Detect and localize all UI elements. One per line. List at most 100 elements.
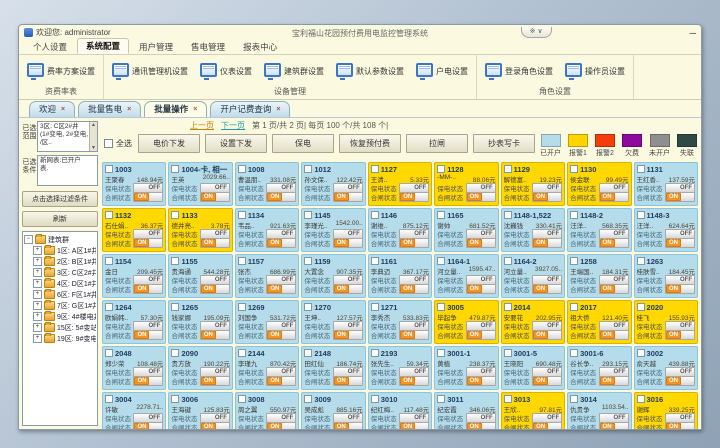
meter-card[interactable]: 1146谢维..875.12元保电状态OFF合闸状态ON [368,208,432,252]
meter-card[interactable]: 1003王聚春148.94元保电状态OFF合闸状态ON [102,162,166,206]
close-icon[interactable]: × [276,106,280,113]
meter-card[interactable]: 1131王红香..137.59元保电状态OFF合闸状态ON [634,162,698,206]
card-checkbox[interactable] [637,165,645,173]
card-checkbox[interactable] [637,395,645,403]
expand-icon[interactable]: + [33,268,42,277]
meter-card[interactable]: 3006王海键125.83元保电状态OFF合闸状态ON [168,392,232,429]
switch-toggle[interactable]: ON [466,238,496,248]
card-checkbox[interactable] [238,165,246,173]
meter-card[interactable]: 1004-卡, 相一王英2029.66..保电状态OFF合闸状态ON [168,162,232,206]
expand-icon[interactable]: + [33,323,42,332]
switch-toggle[interactable]: ON [266,284,296,294]
switch-toggle[interactable]: ON [466,422,496,430]
meter-card[interactable]: 1012孙文保..122.42元保电状态OFF合闸状态ON [301,162,365,206]
switch-toggle[interactable]: ON [466,376,496,386]
card-checkbox[interactable] [504,395,512,403]
card-checkbox[interactable] [437,395,445,403]
meter-card[interactable]: 1008曹温朋..331.08元保电状态OFF合闸状态ON [235,162,299,206]
switch-toggle[interactable]: ON [133,422,163,430]
meter-card[interactable]: 3011纪宏霞346.06元保电状态OFF合闸状态ON [434,392,498,429]
expand-icon[interactable]: + [33,257,42,266]
switch-toggle[interactable]: ON [665,330,695,340]
ribbon-button[interactable]: 建筑群设置 [264,63,324,80]
card-checkbox[interactable] [105,395,113,403]
card-checkbox[interactable] [570,257,578,265]
filter-condition-button[interactable]: 点击选择过滤条件 [22,191,98,207]
ribbon-button[interactable]: 登录角色设置 [485,63,553,80]
card-checkbox[interactable] [171,395,179,403]
card-checkbox[interactable] [238,395,246,403]
meter-card[interactable]: 3010纪红梅..117.48元保电状态OFF合闸状态ON [368,392,432,429]
card-checkbox[interactable] [570,395,578,403]
meter-card[interactable]: 1271李秀杰533.83元保电状态OFF合闸状态ON [368,300,432,344]
switch-toggle[interactable]: ON [532,422,562,430]
close-icon[interactable]: × [127,106,131,113]
action-button-电价下发[interactable]: 电价下发 [138,134,200,153]
meter-card[interactable]: 1161李典迈367.17元保电状态OFF合闸状态ON [368,254,432,298]
card-checkbox[interactable] [371,303,379,311]
meter-card[interactable]: 2090贵方放190.22元保电状态OFF合闸状态ON [168,346,232,390]
meter-card[interactable]: 3009吴成彪885.16元保电状态OFF合闸状态ON [301,392,365,429]
action-button-设置下发[interactable]: 设置下发 [205,134,267,153]
switch-toggle[interactable]: ON [665,192,695,202]
tree-item[interactable]: +4区: D区1#井 (D [24,278,96,289]
card-checkbox[interactable] [437,349,445,357]
ribbon-tab-售电管理[interactable]: 售电管理 [183,40,233,54]
switch-toggle[interactable]: ON [200,376,230,386]
expand-icon[interactable]: + [33,334,42,343]
card-checkbox[interactable] [171,211,179,219]
tree-item[interactable]: +3区: C区2#井 (1 [24,267,96,278]
switch-toggle[interactable]: ON [399,422,429,430]
card-checkbox[interactable] [504,349,512,357]
ribbon-button[interactable]: 仪表设置 [200,63,252,80]
meter-card[interactable]: 1154金日209.45元保电状态OFF合闸状态ON [102,254,166,298]
meter-card[interactable]: 3008周之翼550.97元保电状态OFF合闸状态ON [235,392,299,429]
card-checkbox[interactable] [304,349,312,357]
switch-toggle[interactable]: ON [333,376,363,386]
switch-toggle[interactable]: ON [532,192,562,202]
switch-toggle[interactable]: ON [133,238,163,248]
card-checkbox[interactable] [637,349,645,357]
meter-card[interactable]: 2144李瑾九870.42元保电状态OFF合闸状态ON [235,346,299,390]
ribbon-tab-报表中心[interactable]: 报表中心 [235,40,285,54]
switch-toggle[interactable]: ON [466,284,496,294]
card-checkbox[interactable] [105,211,113,219]
meter-card[interactable]: 2014安要花202.95元保电状态OFF合闸状态ON [501,300,565,344]
scrollbar[interactable]: ▲▼ [89,122,97,151]
doc-tab-欢迎[interactable]: 欢迎× [29,101,75,117]
card-checkbox[interactable] [504,211,512,219]
doc-tab-批量操作[interactable]: 批量操作× [144,101,207,117]
switch-toggle[interactable]: ON [599,330,629,340]
ribbon-button[interactable]: 默认参数设置 [336,63,404,80]
card-checkbox[interactable] [171,257,179,265]
switch-toggle[interactable]: ON [399,284,429,294]
action-button-抄表写卡[interactable]: 抄表写卡 [473,134,535,153]
card-checkbox[interactable] [238,349,246,357]
collapse-ribbon-button[interactable]: ※ ∨ [521,27,552,38]
switch-toggle[interactable]: ON [266,330,296,340]
switch-toggle[interactable]: ON [200,192,230,202]
meter-card[interactable]: 1264欧娟韩..57.30元保电状态OFF合闸状态ON [102,300,166,344]
meter-card[interactable]: 3001-6谷长争..293.15元保电状态OFF合闸状态ON [567,346,631,390]
switch-toggle[interactable]: ON [599,422,629,430]
switch-toggle[interactable]: ON [665,284,695,294]
card-checkbox[interactable] [504,165,512,173]
card-checkbox[interactable] [371,165,379,173]
card-checkbox[interactable] [171,303,179,311]
card-checkbox[interactable] [371,211,379,219]
meter-card[interactable]: 2048郑少荣108.48元保电状态OFF合闸状态ON [102,346,166,390]
switch-toggle[interactable]: ON [133,330,163,340]
meter-card[interactable]: 1270王坤..127.57元保电状态OFF合闸状态ON [301,300,365,344]
switch-toggle[interactable]: ON [466,192,496,202]
expand-icon[interactable]: + [33,246,42,255]
meter-card[interactable]: 1127王清..5.33元保电状态OFF合闸状态ON [368,162,432,206]
switch-toggle[interactable]: ON [532,238,562,248]
tree-item[interactable]: +7区: G区1#井 [24,300,96,311]
meter-card[interactable]: 2193张先生..59.34元保电状态OFF合闸状态ON [368,346,432,390]
switch-toggle[interactable]: ON [333,330,363,340]
ribbon-button[interactable]: 费率方案设置 [27,63,95,80]
meter-card[interactable]: 1128-MM-..88.06元保电状态OFF合闸状态ON [434,162,498,206]
meter-card[interactable]: 1130侯金联99.49元保电状态OFF合闸状态ON [567,162,631,206]
card-checkbox[interactable] [437,211,445,219]
switch-toggle[interactable]: ON [599,376,629,386]
